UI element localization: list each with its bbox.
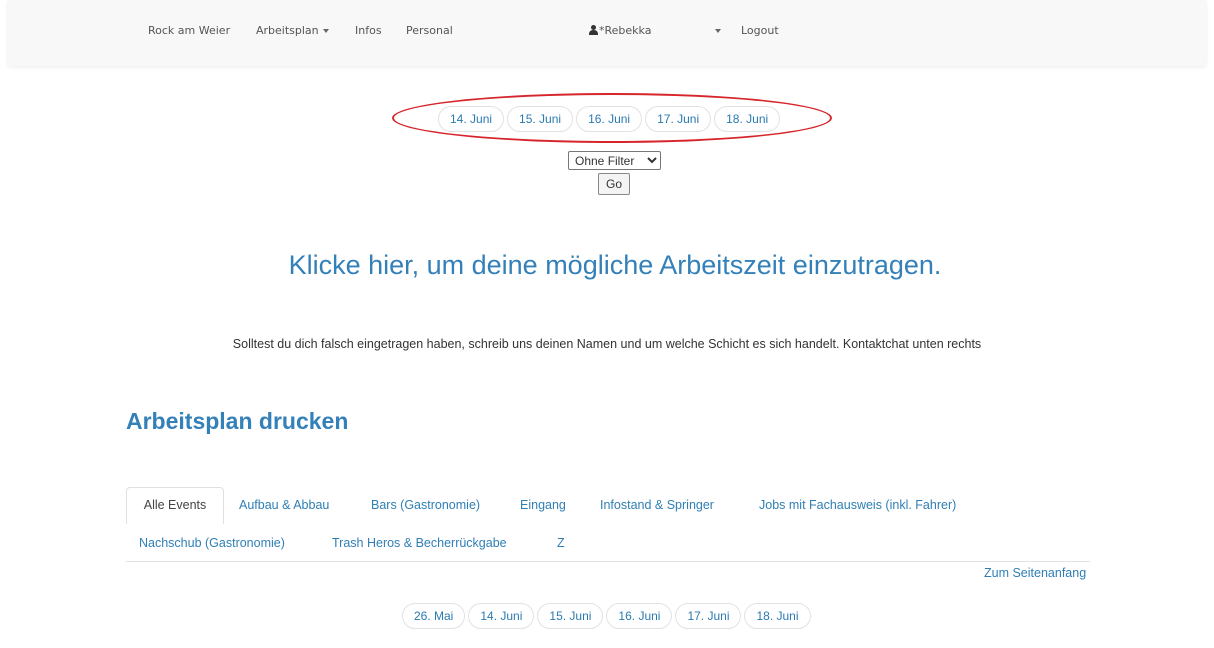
- caret-down-icon: [715, 29, 721, 33]
- user-name: *Rebekka: [599, 24, 652, 37]
- brand-link[interactable]: Rock am Weier: [148, 24, 230, 37]
- tab-trash-heros[interactable]: Trash Heros & Becherrückgabe: [332, 535, 507, 551]
- bottom-date-pill-4[interactable]: 17. Juni: [675, 603, 742, 629]
- bottom-date-pill-2[interactable]: 15. Juni: [537, 603, 604, 629]
- back-to-top-link[interactable]: Zum Seitenanfang: [984, 566, 1086, 580]
- user-menu[interactable]: *Rebekka: [589, 24, 651, 37]
- go-button[interactable]: Go: [598, 173, 630, 195]
- tab-bars[interactable]: Bars (Gastronomie): [371, 497, 480, 513]
- top-date-pill-4[interactable]: 18. Juni: [714, 106, 781, 132]
- arbeitsplan-label: Arbeitsplan: [256, 24, 319, 37]
- tabs-divider: [126, 561, 1090, 562]
- filter-select[interactable]: Ohne Filter: [568, 151, 661, 170]
- tab-nachschub[interactable]: Nachschub (Gastronomie): [139, 535, 285, 551]
- info-text: Solltest du dich falsch eingetragen habe…: [232, 337, 982, 351]
- print-plan-heading[interactable]: Arbeitsplan drucken: [126, 408, 348, 435]
- infos-link[interactable]: Infos: [355, 24, 382, 37]
- tab-eingang[interactable]: Eingang: [520, 497, 566, 513]
- logout-link[interactable]: Logout: [741, 24, 779, 37]
- tab-aufbau-abbau[interactable]: Aufbau & Abbau: [239, 497, 329, 513]
- tab-jobs-fachausweis[interactable]: Jobs mit Fachausweis (inkl. Fahrer): [759, 497, 956, 513]
- bottom-date-pill-5[interactable]: 18. Juni: [744, 603, 811, 629]
- top-navbar: Rock am Weier Arbeitsplan Infos Personal…: [8, 0, 1206, 66]
- tab-infostand[interactable]: Infostand & Springer: [600, 497, 714, 513]
- user-menu-toggle[interactable]: [711, 24, 721, 37]
- personal-link[interactable]: Personal: [406, 24, 453, 37]
- bottom-date-pill-0[interactable]: 26. Mai: [402, 603, 466, 629]
- tab-alle-events[interactable]: Alle Events: [126, 487, 224, 524]
- bottom-date-pills: 26. Mai 14. Juni 15. Juni 16. Juni 17. Juni 1…: [402, 603, 811, 629]
- top-date-pills: 14. Juni 15. Juni 16. Juni 17. Juni 18. Juni: [438, 106, 781, 132]
- arbeitsplan-dropdown[interactable]: Arbeitsplan: [256, 24, 329, 37]
- bottom-date-pill-1[interactable]: 14. Juni: [468, 603, 535, 629]
- enter-worktime-link[interactable]: Klicke hier, um deine mögliche Arbeitsze…: [0, 250, 1214, 281]
- top-date-pill-1[interactable]: 15. Juni: [507, 106, 574, 132]
- tab-z[interactable]: Z: [557, 535, 565, 551]
- user-icon: [589, 25, 598, 35]
- top-date-pill-3[interactable]: 17. Juni: [645, 106, 712, 132]
- top-date-pill-0[interactable]: 14. Juni: [438, 106, 505, 132]
- caret-down-icon: [322, 29, 329, 33]
- top-date-pill-2[interactable]: 16. Juni: [576, 106, 643, 132]
- bottom-date-pill-3[interactable]: 16. Juni: [606, 603, 673, 629]
